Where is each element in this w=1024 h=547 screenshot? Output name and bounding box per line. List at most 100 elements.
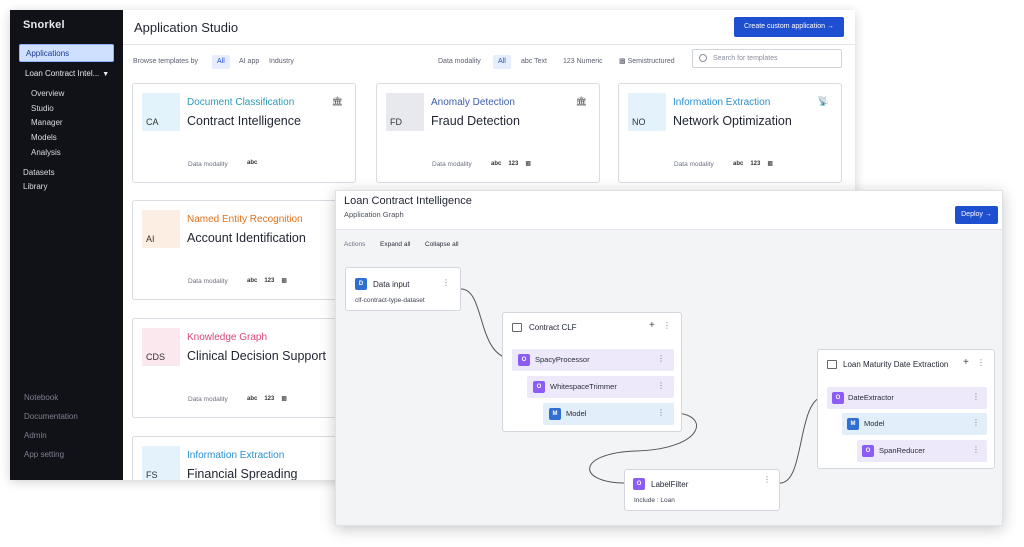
spacy-processor-label: SpacyProcessor <box>535 355 590 364</box>
operator-badge: O <box>518 354 530 366</box>
card-type: Knowledge Graph <box>187 332 268 343</box>
card-modality-label: Data modality <box>188 278 228 285</box>
browse-filter-ai-app[interactable]: AI app <box>239 55 259 69</box>
card-modality-icons: abc 123 ▩ <box>247 395 294 402</box>
card-modality-icons: abc <box>247 160 264 166</box>
card-type: Information Extraction <box>187 450 285 461</box>
data-input-dataset: clf-contract-type-dataset <box>355 297 425 304</box>
more-options-icon[interactable]: ⋮ <box>977 358 985 367</box>
card-type: Anomaly Detection <box>431 97 515 108</box>
bank-icon: 🏛 <box>331 96 343 106</box>
card-badge: FD <box>386 93 424 131</box>
span-reducer-row[interactable]: O SpanReducer ⋮ <box>857 440 987 462</box>
contract-clf-node[interactable]: Contract CLF + ⋮ O SpacyProcessor ⋮ O Wh… <box>502 312 682 432</box>
card-modality-icons: abc 123 ▩ <box>733 160 780 167</box>
card-type: Document Classification <box>187 97 295 108</box>
browse-filter-industry[interactable]: Industry <box>269 55 294 69</box>
snorkel-logo: Snorkel <box>23 19 65 31</box>
data-input-title: Data input <box>373 280 410 289</box>
modality-filter-semistructured[interactable]: ▩ Semistructured <box>619 55 675 69</box>
more-options-icon[interactable]: ⋮ <box>972 418 980 427</box>
modality-filter-numeric[interactable]: 123 Numeric <box>563 55 603 69</box>
card-modality-label: Data modality <box>188 396 228 403</box>
sidebar-item-admin[interactable]: Admin <box>24 431 47 440</box>
browse-filter-all[interactable]: All <box>212 55 230 69</box>
template-card-account-identification[interactable]: AI Named Entity Recognition Account Iden… <box>132 200 356 300</box>
table-icon <box>512 323 522 332</box>
loan-maturity-title: Loan Maturity Date Extraction <box>843 360 949 369</box>
grid-icon: ▩ <box>619 58 628 65</box>
template-card-financial-spreading[interactable]: FS Information Extraction Financial Spre… <box>132 436 356 480</box>
sidebar-item-library[interactable]: Library <box>23 182 47 191</box>
semistructured-label: Semistructured <box>627 58 675 65</box>
sidebar-item-current-app[interactable]: Loan Contract Intel... ▼ <box>19 65 114 83</box>
sidebar-item-overview[interactable]: Overview <box>31 89 64 98</box>
operator-badge: O <box>862 445 874 457</box>
span-reducer-label: SpanReducer <box>879 446 925 455</box>
more-options-icon[interactable]: ⋮ <box>657 381 665 390</box>
more-options-icon[interactable]: ⋮ <box>763 475 771 484</box>
spacy-processor-row[interactable]: O SpacyProcessor ⋮ <box>512 349 674 371</box>
sidebar-item-notebook[interactable]: Notebook <box>24 393 58 402</box>
loan-model-label: Model <box>864 419 885 428</box>
modality-filter-text[interactable]: abc Text <box>521 55 547 69</box>
card-name: Contract Intelligence <box>187 114 301 128</box>
card-type: Information Extraction <box>673 97 771 108</box>
sidebar-item-applications[interactable]: Applications <box>19 44 114 62</box>
card-modality-label: Data modality <box>188 161 228 168</box>
contract-model-row[interactable]: M Model ⋮ <box>543 403 674 425</box>
template-card-clinical-decision-support[interactable]: CDS Knowledge Graph Clinical Decision Su… <box>132 318 356 418</box>
text-modality-icon: abc <box>491 161 502 167</box>
search-input[interactable]: Search for templates <box>692 49 842 68</box>
card-name: Financial Spreading <box>187 467 298 480</box>
numeric-modality-icon: 123 <box>508 161 519 167</box>
modality-label: Data modality <box>438 58 481 65</box>
add-icon[interactable]: + <box>649 320 655 331</box>
antenna-icon: 📡 <box>817 96 829 106</box>
card-modality-icons: abc 123 ▩ <box>491 160 538 167</box>
text-modality-icon: abc <box>733 161 744 167</box>
data-input-node[interactable]: D Data input ⋮ clf-contract-type-dataset <box>345 267 461 311</box>
date-extractor-label: DateExtractor <box>848 393 894 402</box>
more-options-icon[interactable]: ⋮ <box>972 392 980 401</box>
date-extractor-row[interactable]: O DateExtractor ⋮ <box>827 387 987 409</box>
sidebar: Snorkel Applications Loan Contract Intel… <box>10 10 123 480</box>
more-options-icon[interactable]: ⋮ <box>657 408 665 417</box>
more-options-icon[interactable]: ⋮ <box>657 354 665 363</box>
operator-badge: O <box>832 392 844 404</box>
create-custom-application-button[interactable]: Create custom application → <box>734 17 844 37</box>
sidebar-item-analysis[interactable]: Analysis <box>31 148 61 157</box>
table-icon <box>827 360 837 369</box>
operator-badge: O <box>533 381 545 393</box>
more-options-icon[interactable]: ⋮ <box>663 321 671 330</box>
template-card-fraud-detection[interactable]: FD Anomaly Detection Fraud Detection 🏛 D… <box>376 83 600 183</box>
template-card-contract-intelligence[interactable]: CA Document Classification Contract Inte… <box>132 83 356 183</box>
whitespace-trimmer-row[interactable]: O WhitespaceTrimmer ⋮ <box>527 376 674 398</box>
operator-badge: O <box>633 478 645 490</box>
sidebar-item-manager[interactable]: Manager <box>31 118 63 127</box>
page-title: Application Studio <box>134 20 239 35</box>
application-graph-window: Loan Contract Intelligence Application G… <box>335 190 1003 526</box>
card-name: Account Identification <box>187 231 306 245</box>
sidebar-item-datasets[interactable]: Datasets <box>23 168 55 177</box>
sidebar-item-documentation[interactable]: Documentation <box>24 412 78 421</box>
sidebar-item-studio[interactable]: Studio <box>31 104 54 113</box>
model-badge: M <box>549 408 561 420</box>
card-modality-label: Data modality <box>674 161 714 168</box>
browse-label: Browse templates by <box>133 58 198 65</box>
add-icon[interactable]: + <box>963 357 969 368</box>
loan-model-row[interactable]: M Model ⋮ <box>842 413 987 435</box>
text-modality-icon: abc <box>247 396 258 402</box>
sidebar-item-models[interactable]: Models <box>31 133 57 142</box>
modality-filter-all[interactable]: All <box>493 55 511 69</box>
data-input-badge: D <box>355 278 367 290</box>
more-options-icon[interactable]: ⋮ <box>442 278 450 287</box>
text-modality-icon: abc <box>247 278 258 284</box>
grid-modality-icon: ▩ <box>525 161 532 167</box>
more-options-icon[interactable]: ⋮ <box>972 445 980 454</box>
sidebar-item-app-setting[interactable]: App setting <box>24 450 64 459</box>
loan-maturity-node[interactable]: Loan Maturity Date Extraction + ⋮ O Date… <box>817 349 995 469</box>
header-divider <box>123 44 855 45</box>
label-filter-node[interactable]: O LabelFilter ⋮ Include : Loan <box>624 469 780 511</box>
template-card-network-optimization[interactable]: NO Information Extraction Network Optimi… <box>618 83 842 183</box>
